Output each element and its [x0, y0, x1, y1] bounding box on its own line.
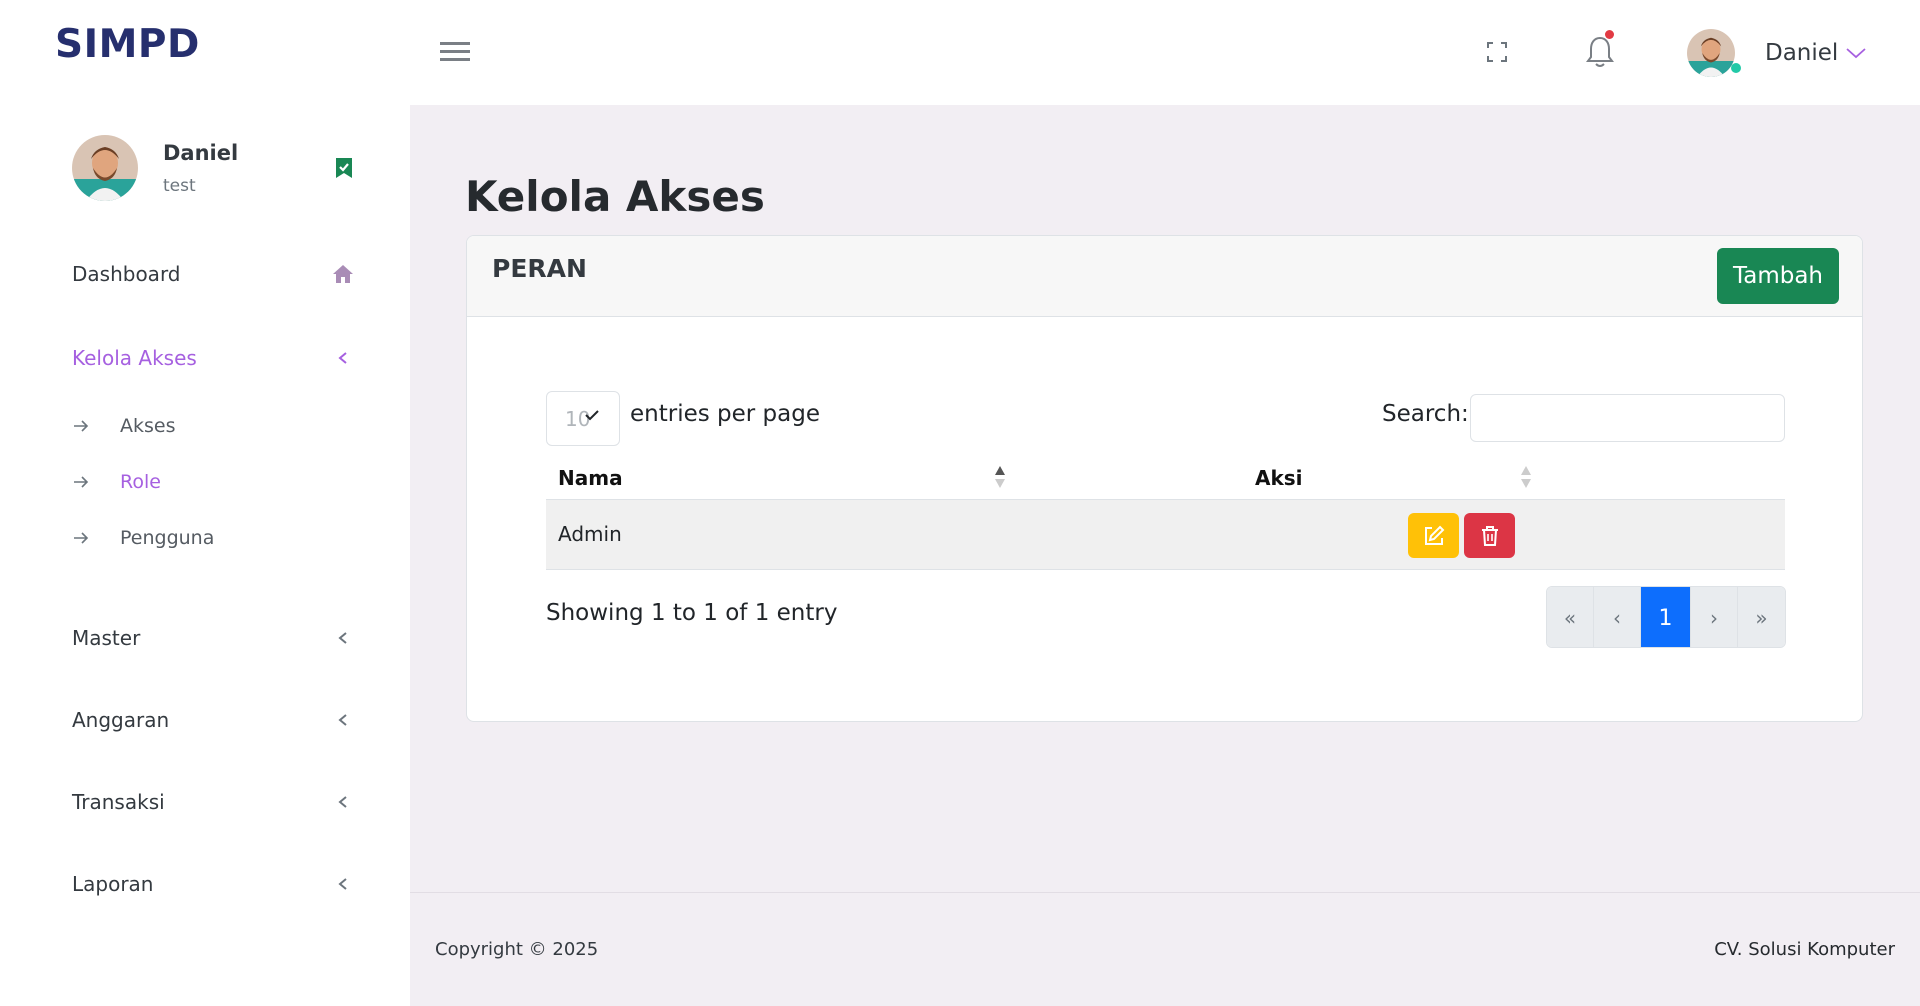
notification-dot [1605, 30, 1614, 39]
sort-asc-icon[interactable] [994, 464, 1006, 490]
sidebar-item-label: Dashboard [72, 262, 181, 286]
sidebar-subitem-label: Role [120, 471, 161, 493]
sidebar-item-transaksi[interactable]: Transaksi [72, 782, 362, 822]
table-row: Admin [546, 500, 1785, 570]
chevron-left-icon [332, 873, 354, 895]
footer: Copyright © 2025 CV. Solusi Komputer [410, 892, 1920, 1006]
sidebar-item-label: Kelola Akses [72, 346, 197, 370]
chevron-left-icon [332, 709, 354, 731]
column-header-aksi[interactable]: Aksi [1255, 466, 1303, 490]
pagination-page-1[interactable]: 1 [1641, 587, 1691, 647]
sidebar-item-laporan[interactable]: Laporan [72, 864, 362, 904]
pagination-last[interactable]: » [1738, 587, 1785, 647]
sidebar-subitem-pengguna[interactable]: Pengguna [72, 521, 362, 555]
pagination-previous[interactable]: ‹ [1594, 587, 1641, 647]
brand-logo[interactable]: SIMPD [55, 22, 200, 67]
notification-bell-icon[interactable] [1585, 30, 1615, 70]
cell-nama: Admin [558, 522, 622, 546]
user-name: Daniel [1765, 40, 1839, 66]
arrow-right-icon [74, 532, 89, 544]
sidebar-item-label: Master [72, 626, 141, 650]
sidebar-subitem-role[interactable]: Role [72, 465, 362, 499]
sidebar-item-dashboard[interactable]: Dashboard [72, 254, 362, 294]
column-header-nama[interactable]: Nama [558, 466, 623, 490]
table-header-row: Nama Aksi [546, 458, 1785, 500]
fullscreen-icon[interactable] [1487, 42, 1507, 62]
online-status-dot [1731, 63, 1741, 73]
sidebar-item-master[interactable]: Master [72, 618, 362, 658]
sort-icon[interactable] [1520, 464, 1532, 490]
chevron-down-icon [585, 410, 599, 421]
search-label: Search: [1382, 401, 1469, 427]
sidebar: SIMPD Daniel test Dashboard Kelola Akses [0, 0, 410, 1006]
trash-icon [1481, 525, 1498, 546]
sidebar-item-label: Transaksi [72, 790, 165, 814]
chevron-down-icon [1846, 48, 1866, 59]
sidebar-item-label: Laporan [72, 872, 154, 896]
chevron-left-icon [332, 347, 354, 369]
card-title: PERAN [492, 254, 587, 283]
entries-per-page-label: entries per page [630, 401, 820, 427]
user-menu[interactable]: Daniel [1687, 28, 1868, 78]
search-input[interactable] [1470, 394, 1785, 442]
hamburger-menu-icon[interactable] [440, 38, 470, 66]
main-content: Kelola Akses PERAN Tambah 10 entries per… [410, 105, 1920, 1006]
card-header: PERAN Tambah [467, 236, 1862, 317]
pagination-first[interactable]: « [1547, 587, 1594, 647]
sidebar-subitem-label: Pengguna [120, 527, 215, 549]
sidebar-subitem-akses[interactable]: Akses [72, 409, 362, 443]
arrow-right-icon [74, 476, 89, 488]
page-title: Kelola Akses [465, 172, 765, 221]
footer-company: CV. Solusi Komputer [1714, 939, 1895, 960]
pagination-next[interactable]: › [1691, 587, 1738, 647]
sidebar-profile: Daniel test [72, 135, 372, 205]
sidebar-item-kelola-akses[interactable]: Kelola Akses [72, 338, 362, 378]
footer-copyright: Copyright © 2025 [435, 939, 599, 960]
sidebar-item-anggaran[interactable]: Anggaran [72, 700, 362, 740]
verified-badge-icon [336, 158, 352, 178]
chevron-left-icon [332, 791, 354, 813]
arrow-right-icon [74, 420, 89, 432]
roles-table: Nama Aksi Admin [546, 458, 1785, 570]
sidebar-item-label: Anggaran [72, 708, 170, 732]
avatar [1687, 29, 1741, 77]
chevron-left-icon [332, 627, 354, 649]
edit-icon [1424, 525, 1444, 545]
add-button[interactable]: Tambah [1717, 248, 1839, 304]
sidebar-subitem-label: Akses [120, 415, 176, 437]
profile-role: test [163, 176, 196, 196]
home-icon [332, 263, 354, 285]
roles-card: PERAN Tambah 10 entries per page Search:… [466, 235, 1863, 722]
avatar [72, 135, 138, 201]
profile-name: Daniel [163, 141, 239, 165]
pagination: « ‹ 1 › » [1546, 586, 1786, 648]
table-info: Showing 1 to 1 of 1 entry [546, 600, 838, 626]
topbar: Daniel [410, 0, 1920, 105]
delete-button[interactable] [1464, 513, 1515, 558]
entries-per-page-select[interactable]: 10 [546, 391, 620, 446]
edit-button[interactable] [1408, 513, 1459, 558]
